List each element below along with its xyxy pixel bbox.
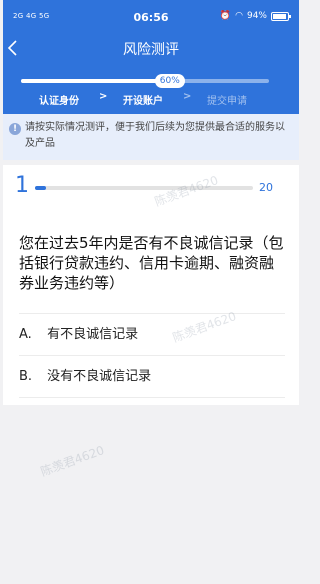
progress-fill [21,79,170,83]
notice-text: 请按实际情况测评，便于我们后续为您提供最合适的服务以及产品 [25,122,285,149]
question-text: 您在过去5年内是否有不良诚信记录（包括银行贷款违约、信用卡逾期、融资融券业务违约… [19,234,284,292]
overall-progress: 60% [21,74,269,88]
option-key: A. [19,327,32,342]
question-progress-fill [35,186,46,190]
header: 2G 4G 5G 06:56 ⏰ ◠ 94% 风险测评 60% 认证身份 > 开… [3,0,299,114]
battery-text: 94% [246,11,267,21]
page-title: 风险测评 [123,42,179,58]
option-b[interactable]: B. 没有不良诚信记录 [19,356,285,398]
step-indicator: 认证身份 > 开设账户 > 提交申请 [3,91,299,108]
option-label: 没有不良诚信记录 [47,369,152,384]
step-verify-identity: 认证身份 [39,96,79,107]
phone-screen: 2G 4G 5G 06:56 ⏰ ◠ 94% 风险测评 60% 认证身份 > 开… [0,0,304,584]
progress-badge: 60% [154,74,185,88]
battery-icon [271,11,291,21]
step-separator: > [183,91,192,102]
step-separator: > [99,91,108,102]
status-bar: 2G 4G 5G 06:56 ⏰ ◠ 94% [3,0,299,34]
question-number: 1 [15,173,29,198]
step-open-account: 开设账户 [123,96,163,107]
option-label: 有不良诚信记录 [47,327,139,342]
app-frame: 2G 4G 5G 06:56 ⏰ ◠ 94% 风险测评 60% 认证身份 > 开… [3,0,299,580]
question-total: 20 [259,181,273,194]
nav-bar: 风险测评 [3,34,299,64]
notice-banner: ! 请按实际情况测评，便于我们后续为您提供最合适的服务以及产品 [3,114,299,160]
watermark: 陈羡君4620 [38,443,107,479]
option-a[interactable]: A. 有不良诚信记录 [19,314,285,356]
step-submit-application: 提交申请 [207,96,247,107]
answer-options: A. 有不良诚信记录 B. 没有不良诚信记录 [19,313,285,398]
wifi-icon: ◠ [235,11,243,21]
status-right: ⏰ ◠ 94% [219,11,291,21]
alarm-icon: ⏰ [219,11,232,21]
info-icon: ! [9,123,21,135]
question-card: 1 20 您在过去5年内是否有不良诚信记录（包括银行贷款违约、信用卡逾期、融资融… [3,165,299,405]
option-key: B. [19,369,33,384]
